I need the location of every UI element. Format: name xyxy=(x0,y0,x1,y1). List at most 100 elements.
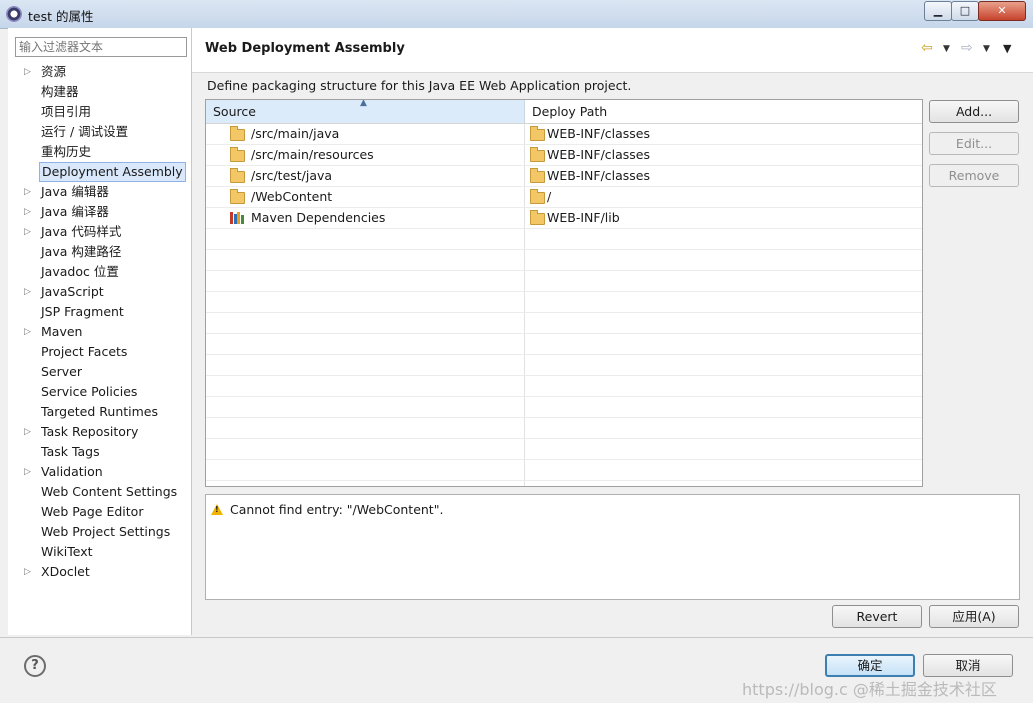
empty-table-row xyxy=(206,271,922,292)
warning-message: Cannot find entry: "/WebContent". xyxy=(230,502,444,517)
help-icon[interactable]: ? xyxy=(24,655,46,677)
page-header: Web Deployment Assembly ⇦ ▼ ⇨ ▼ ▼ xyxy=(192,28,1033,73)
folder-icon xyxy=(530,147,545,162)
forward-dropdown-icon[interactable]: ▼ xyxy=(983,44,990,54)
sidebar-item[interactable]: Java 构建路径 xyxy=(8,242,191,262)
sidebar-item[interactable]: Server xyxy=(8,362,191,382)
expand-arrow-icon[interactable]: ▷ xyxy=(24,462,31,482)
sidebar-item[interactable]: ▷ XDoclet xyxy=(8,562,191,582)
expand-arrow-icon[interactable]: ▷ xyxy=(24,182,31,202)
sidebar-item[interactable]: Task Tags xyxy=(8,442,191,462)
remove-button[interactable]: Remove xyxy=(929,164,1019,187)
table-row[interactable]: /WebContent / xyxy=(206,187,922,208)
deployment-table[interactable]: ▲ Source Deploy Path /src/main/java WEB-I… xyxy=(205,99,923,487)
empty-cell xyxy=(206,292,525,312)
table-row[interactable]: /src/main/resources WEB-INF/classes xyxy=(206,145,922,166)
expand-arrow-icon[interactable]: ▷ xyxy=(24,282,31,302)
sidebar-item[interactable]: ▷ Java 代码样式 xyxy=(8,222,191,242)
minimize-button[interactable]: ▁ xyxy=(924,1,952,21)
empty-table-row xyxy=(206,418,922,439)
sidebar-item[interactable]: Project Facets xyxy=(8,342,191,362)
sidebar-item-label: 资源 xyxy=(41,64,67,79)
sidebar-item[interactable]: 构建器 xyxy=(8,82,191,102)
sidebar-item[interactable]: Service Policies xyxy=(8,382,191,402)
view-menu-icon[interactable]: ▼ xyxy=(1003,42,1011,55)
cancel-button[interactable]: 取消 xyxy=(923,654,1013,677)
column-source[interactable]: ▲ Source xyxy=(206,100,525,123)
add-button[interactable]: Add... xyxy=(929,100,1019,123)
sidebar-item-label: Service Policies xyxy=(41,384,138,399)
folder-icon xyxy=(530,126,545,141)
sidebar-item[interactable]: Web Content Settings xyxy=(8,482,191,502)
sidebar-item-label: Java 编辑器 xyxy=(41,184,109,199)
close-button[interactable]: ✕ xyxy=(978,1,1026,21)
source-cell: Maven Dependencies xyxy=(206,208,525,228)
library-icon xyxy=(230,211,244,224)
preferences-tree: ▷ 资源构建器 项目引用 运行 / 调试设置重构历史 Deployment Assemb… xyxy=(8,62,191,582)
sidebar-item[interactable]: WikiText xyxy=(8,542,191,562)
preferences-tree-panel: ▷ 资源构建器项目引用运行 / 调试设置重构历史 Deployment Assemb… xyxy=(8,28,192,635)
apply-button[interactable]: 应用(A) xyxy=(929,605,1019,628)
table-row[interactable]: Maven Dependencies WEB-INF/lib xyxy=(206,208,922,229)
sidebar-item[interactable]: ▷ Java 编译器 xyxy=(8,202,191,222)
sidebar-item-label: 重构历史 xyxy=(41,144,92,159)
table-body: /src/main/java WEB-INF/classes/src/main/r… xyxy=(206,124,922,486)
sidebar-item-label: Java 构建路径 xyxy=(41,244,122,259)
sidebar-item[interactable]: Web Page Editor xyxy=(8,502,191,522)
sidebar-item[interactable]: ▷ Java 编辑器 xyxy=(8,182,191,202)
sidebar-item-label: Task Repository xyxy=(41,424,139,439)
source-cell: /WebContent xyxy=(206,187,525,207)
sidebar-item[interactable]: Deployment Assembly xyxy=(8,162,191,182)
empty-cell xyxy=(206,439,525,459)
sidebar-item[interactable]: 运行 / 调试设置 xyxy=(8,122,191,142)
revert-button[interactable]: Revert xyxy=(832,605,922,628)
folder-icon xyxy=(530,210,545,225)
table-row[interactable]: /src/main/java WEB-INF/classes xyxy=(206,124,922,145)
column-deploy-path[interactable]: Deploy Path xyxy=(525,100,922,123)
sidebar-item-label: Web Project Settings xyxy=(41,524,171,539)
footer-divider xyxy=(0,637,1033,638)
back-dropdown-icon[interactable]: ▼ xyxy=(943,44,950,54)
sidebar-item[interactable]: JSP Fragment xyxy=(8,302,191,322)
sidebar-item[interactable]: ▷ 资源 xyxy=(8,62,191,82)
sidebar-item-label: Java 编译器 xyxy=(41,204,109,219)
deploy-path-text: / xyxy=(547,189,552,204)
sidebar-item[interactable]: Javadoc 位置 xyxy=(8,262,191,282)
expand-arrow-icon[interactable]: ▷ xyxy=(24,422,31,442)
sidebar-item-label: XDoclet xyxy=(41,564,90,579)
table-row[interactable]: /src/test/java WEB-INF/classes xyxy=(206,166,922,187)
folder-icon xyxy=(530,189,545,204)
eclipse-icon xyxy=(6,6,22,22)
sidebar-item[interactable]: Web Project Settings xyxy=(8,522,191,542)
expand-arrow-icon[interactable]: ▷ xyxy=(24,322,31,342)
sidebar-item-label: Task Tags xyxy=(41,444,100,459)
sidebar-item[interactable]: ▷ Maven xyxy=(8,322,191,342)
edit-button[interactable]: Edit... xyxy=(929,132,1019,155)
sidebar-item[interactable]: ▷ Validation xyxy=(8,462,191,482)
expand-arrow-icon[interactable]: ▷ xyxy=(24,62,31,82)
ok-button[interactable]: 确定 xyxy=(825,654,915,677)
forward-arrow-icon[interactable]: ⇨ xyxy=(961,40,973,56)
empty-cell xyxy=(206,271,525,291)
sidebar-item[interactable]: ▷ JavaScript xyxy=(8,282,191,302)
back-arrow-icon[interactable]: ⇦ xyxy=(921,40,933,56)
sidebar-item[interactable]: ▷ Task Repository xyxy=(8,422,191,442)
sidebar-item[interactable]: Targeted Runtimes xyxy=(8,402,191,422)
expand-arrow-icon[interactable]: ▷ xyxy=(24,562,31,582)
empty-table-row xyxy=(206,250,922,271)
deploy-path-text: WEB-INF/classes xyxy=(547,126,651,141)
empty-table-row xyxy=(206,376,922,397)
sidebar-item[interactable]: 项目引用 xyxy=(8,102,191,122)
folder-icon xyxy=(230,189,245,204)
expand-arrow-icon[interactable]: ▷ xyxy=(24,222,31,242)
expand-arrow-icon[interactable]: ▷ xyxy=(24,202,31,222)
filter-input[interactable] xyxy=(15,37,187,57)
empty-cell xyxy=(206,334,525,354)
deploy-path-text: WEB-INF/lib xyxy=(547,210,620,225)
sidebar-item[interactable]: 重构历史 xyxy=(8,142,191,162)
deploy-path-cell: WEB-INF/lib xyxy=(525,208,922,228)
sidebar-item-label: Server xyxy=(41,364,82,379)
empty-table-row xyxy=(206,292,922,313)
maximize-button[interactable]: □ xyxy=(951,1,979,21)
column-deploy-path-label: Deploy Path xyxy=(532,104,608,119)
